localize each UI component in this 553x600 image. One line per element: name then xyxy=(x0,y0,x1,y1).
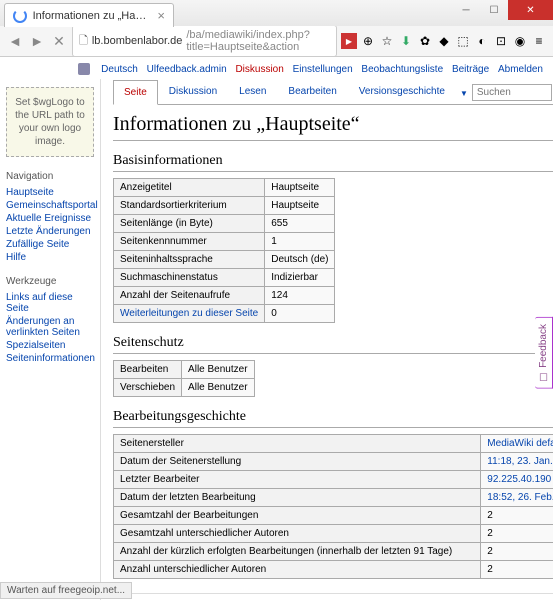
sidebar-item[interactable]: Letzte Änderungen xyxy=(6,225,94,238)
extension-icons: ▶ ⊕ ☆ ⬇ ✿ ◆ ⬚ ◐ ⊡ ◉ ≡ xyxy=(341,33,547,49)
ext-icon[interactable]: ⬚ xyxy=(455,33,471,49)
close-icon[interactable]: × xyxy=(157,8,165,23)
tab-discussion[interactable]: Diskussion xyxy=(158,79,228,104)
sidebar-item[interactable]: Links auf diese Seite xyxy=(6,291,94,315)
table-row: Datum der letzten Bearbeitung18:52, 26. … xyxy=(114,489,553,507)
ext-icon[interactable]: ✿ xyxy=(417,33,433,49)
user-link[interactable]: 92.225.40.190 xyxy=(487,474,551,485)
table-row: BearbeitenAlle Benutzer xyxy=(114,361,255,379)
sidebar-item[interactable]: Zufällige Seite xyxy=(6,238,94,251)
prefs-link[interactable]: Einstellungen xyxy=(293,64,353,75)
user-links: Deutsch Ulfeedback.admin Diskussion Eins… xyxy=(0,57,553,79)
tab-edit[interactable]: Bearbeiten xyxy=(277,79,347,104)
section-heading: Seitenschutz xyxy=(113,335,553,354)
nav-heading: Navigation xyxy=(6,171,94,182)
loading-icon xyxy=(13,9,27,23)
table-row: Seitenlänge (in Byte)655 xyxy=(114,215,335,233)
sidebar-item[interactable]: Änderungen an verlinkten Seiten xyxy=(6,315,94,339)
table-row: Weiterleitungen zu dieser Seite0 xyxy=(114,305,335,323)
date-link[interactable]: 18:52, 26. Feb. 2013 xyxy=(487,492,553,503)
back-button[interactable]: ◄ xyxy=(6,32,24,50)
contribs-link[interactable]: Beiträge xyxy=(452,64,489,75)
table-row: Gesamtzahl der Bearbeitungen2 xyxy=(114,507,553,525)
tab-bar: Informationen zu „Haupts × ─ ☐ ✕ xyxy=(0,0,553,26)
ext-icon[interactable]: ◆ xyxy=(436,33,452,49)
tab-history[interactable]: Versionsgeschichte xyxy=(348,79,456,104)
table-row: SeitenerstellerMediaWiki default (Diskus… xyxy=(114,435,553,453)
main-content: Seite Diskussion Lesen Bearbeiten Versio… xyxy=(100,79,553,600)
reload-button[interactable]: ✕ xyxy=(50,32,68,50)
url-input[interactable]: 🗋 lb.bombenlabor.de/ba/mediawiki/index.p… xyxy=(72,25,337,57)
date-link[interactable]: 11:18, 23. Jan. 2013 xyxy=(487,456,553,467)
protection-table: BearbeitenAlle Benutzer VerschiebenAlle … xyxy=(113,360,255,397)
tab-read[interactable]: Lesen xyxy=(228,79,277,104)
table-row: Anzahl unterschiedlicher Autoren2 xyxy=(114,561,553,579)
table-row: Letzter Bearbeiter92.225.40.190 (Diskuss… xyxy=(114,471,553,489)
section-heading: Basisinformationen xyxy=(113,153,553,172)
maximize-button[interactable]: ☐ xyxy=(480,0,508,20)
tab-title: Informationen zu „Haupts xyxy=(33,10,152,22)
sidebar-item[interactable]: Aktuelle Ereignisse xyxy=(6,212,94,225)
table-row: StandardsortierkriteriumHauptseite xyxy=(114,197,335,215)
redirects-link[interactable]: Weiterleitungen zu dieser Seite xyxy=(120,308,258,319)
tab-page[interactable]: Seite xyxy=(113,80,158,105)
search-input[interactable] xyxy=(472,84,552,101)
menu-icon[interactable]: ≡ xyxy=(531,33,547,49)
globe-icon: 🗋 xyxy=(79,32,88,51)
table-row: SeiteninhaltsspracheDeutsch (de) xyxy=(114,251,335,269)
forward-button[interactable]: ► xyxy=(28,32,46,50)
close-button[interactable]: ✕ xyxy=(508,0,553,20)
table-row: VerschiebenAlle Benutzer xyxy=(114,379,255,397)
table-row: AnzeigetitelHauptseite xyxy=(114,179,335,197)
table-row: Anzahl der Seitenaufrufe124 xyxy=(114,287,335,305)
table-row: Gesamtzahl unterschiedlicher Autoren2 xyxy=(114,525,553,543)
sidebar-item[interactable]: Seiteninformationen xyxy=(6,352,94,365)
table-row: Seitenkennnummer1 xyxy=(114,233,335,251)
minimize-button[interactable]: ─ xyxy=(452,0,480,20)
lang-link[interactable]: Deutsch xyxy=(101,64,138,75)
watchlist-link[interactable]: Beobachtungsliste xyxy=(361,64,443,75)
ext-icon[interactable]: ⊡ xyxy=(493,33,509,49)
section-heading: Bearbeitungsgeschichte xyxy=(113,409,553,428)
user-icon xyxy=(78,63,90,75)
ext-icon[interactable]: ▶ xyxy=(341,33,357,49)
ext-icon[interactable]: ⬇ xyxy=(398,33,414,49)
more-dropdown[interactable]: ▼ xyxy=(456,83,472,104)
logo-placeholder: Set $wgLogo to the URL path to your own … xyxy=(6,87,94,157)
sidebar: Set $wgLogo to the URL path to your own … xyxy=(0,79,100,600)
basic-info-table: AnzeigetitelHauptseite Standardsortierkr… xyxy=(113,178,335,323)
ext-icon[interactable]: ⊕ xyxy=(360,33,376,49)
discussion-link[interactable]: Diskussion xyxy=(235,64,283,75)
table-row: SuchmaschinenstatusIndizierbar xyxy=(114,269,335,287)
nav-heading: Werkzeuge xyxy=(6,276,94,287)
sidebar-item[interactable]: Spezialseiten xyxy=(6,339,94,352)
page-title: Informationen zu „Hauptseite“ xyxy=(113,113,553,141)
browser-tab[interactable]: Informationen zu „Haupts × xyxy=(4,3,174,27)
table-row: Anzahl der kürzlich erfolgten Bearbeitun… xyxy=(114,543,553,561)
sidebar-item[interactable]: Gemeinschaftsportal xyxy=(6,199,94,212)
sidebar-item[interactable]: Hauptseite xyxy=(6,186,94,199)
address-bar: ◄ ► ✕ 🗋 lb.bombenlabor.de/ba/mediawiki/i… xyxy=(0,26,553,56)
table-row: Datum der Seitenerstellung11:18, 23. Jan… xyxy=(114,453,553,471)
user-link[interactable]: Ulfeedback.admin xyxy=(147,64,227,75)
user-link[interactable]: MediaWiki default xyxy=(487,438,553,449)
ext-icon[interactable]: ◐ xyxy=(474,33,490,49)
history-table: SeitenerstellerMediaWiki default (Diskus… xyxy=(113,434,553,579)
ext-icon[interactable]: ☆ xyxy=(379,33,395,49)
status-bar: Warten auf freegeoip.net... xyxy=(0,582,132,599)
logout-link[interactable]: Abmelden xyxy=(498,64,543,75)
sidebar-item[interactable]: Hilfe xyxy=(6,251,94,264)
ext-icon[interactable]: ◉ xyxy=(512,33,528,49)
feedback-tab[interactable]: ☐ Feedback xyxy=(535,317,553,389)
